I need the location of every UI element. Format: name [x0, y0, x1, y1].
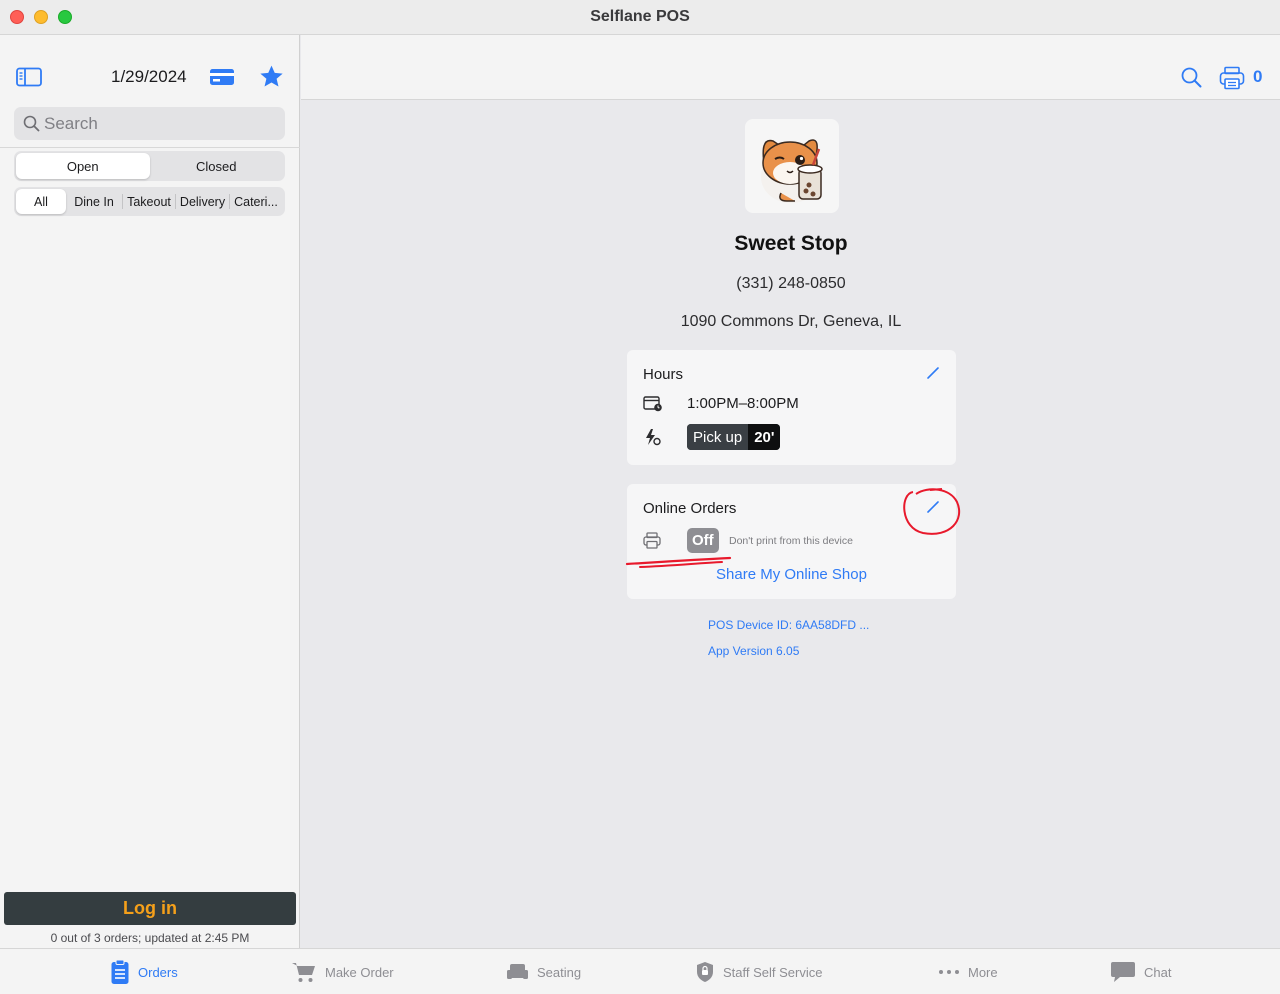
tab-chat[interactable]: Chat	[1110, 959, 1171, 985]
search-field[interactable]	[14, 107, 285, 140]
sidebar-divider	[0, 147, 300, 148]
login-button[interactable]: Log in	[4, 892, 296, 925]
tab-label: Staff Self Service	[723, 964, 823, 980]
search-icon	[23, 115, 40, 132]
chat-bubble-icon	[1111, 962, 1135, 982]
order-state-segmented-control: Open Closed	[14, 151, 285, 181]
store-phone: (331) 248-0850	[736, 275, 846, 292]
tab-label: Make Order	[325, 964, 394, 980]
orders-status-text: 0 out of 3 orders; updated at 2:45 PM	[50, 931, 250, 945]
hours-title: Hours	[643, 366, 684, 383]
ellipsis-icon	[939, 970, 959, 974]
hours-card: Hours 1:00PM–8:00PM Pick up 20'	[627, 350, 956, 465]
printer-icon	[643, 532, 661, 549]
tab-dine-in[interactable]: Dine In	[66, 189, 122, 214]
search-icon[interactable]	[1181, 67, 1202, 88]
tab-label: Chat	[1144, 964, 1172, 980]
window-title: Selflane POS	[590, 8, 690, 25]
sofa-icon	[507, 964, 528, 979]
store-logo	[745, 119, 839, 213]
sidebar: 1/29/2024 Open Closed All Dine In Takeou…	[0, 35, 300, 948]
shield-icon	[697, 962, 713, 982]
tab-label: More	[968, 964, 998, 980]
search-input[interactable]	[44, 107, 274, 140]
tab-label: Seating	[537, 964, 582, 980]
pickup-time-badge: Pick up 20'	[687, 424, 781, 450]
sidebar-toggle-icon[interactable]	[16, 67, 42, 87]
tab-catering[interactable]: Cateri...	[230, 189, 282, 214]
tab-make-order[interactable]: Make Order	[291, 959, 394, 985]
cart-icon	[292, 963, 315, 982]
order-type-segmented-control: All Dine In Takeout Delivery Cateri...	[14, 187, 285, 216]
printer-icon[interactable]	[1219, 66, 1245, 90]
title-bar: Selflane POS	[0, 0, 1280, 35]
tab-label: Orders	[138, 964, 178, 980]
date-label[interactable]: 1/29/2024	[111, 67, 187, 87]
tab-delivery[interactable]: Delivery	[176, 189, 229, 214]
printer-count: 0	[1253, 67, 1263, 86]
cat-mascot-icon	[761, 139, 823, 203]
edit-online-orders-icon[interactable]	[926, 500, 940, 514]
tab-staff-self-service[interactable]: Staff Self Service	[695, 959, 822, 985]
star-icon[interactable]	[259, 64, 284, 89]
tab-all[interactable]: All	[16, 189, 66, 214]
pickup-minutes: 20'	[748, 424, 781, 450]
app-version[interactable]: App Version 6.05	[708, 644, 799, 658]
pos-device-id[interactable]: POS Device ID: 6AA58DFD ...	[708, 618, 869, 632]
print-toggle[interactable]: Off	[687, 528, 719, 553]
bottom-tab-bar: Orders Make Order Seating Staff Self Ser…	[0, 948, 1280, 994]
tab-closed[interactable]: Closed	[150, 153, 284, 179]
tab-takeout[interactable]: Takeout	[123, 189, 175, 214]
edit-hours-icon[interactable]	[926, 366, 940, 380]
credit-card-icon[interactable]	[209, 67, 235, 87]
bolt-icon	[646, 429, 661, 446]
pickup-label: Pick up	[687, 424, 749, 450]
store-address: 1090 Commons Dr, Geneva, IL	[680, 313, 902, 330]
main-toolbar: 0	[301, 35, 1280, 100]
clipboard-icon	[111, 959, 129, 984]
print-note: Don't print from this device	[729, 535, 853, 547]
tab-seating[interactable]: Seating	[506, 959, 581, 985]
online-orders-title: Online Orders	[643, 500, 737, 517]
calendar-clock-icon	[643, 396, 662, 412]
hours-time: 1:00PM–8:00PM	[687, 395, 799, 412]
share-online-shop-link[interactable]: Share My Online Shop	[627, 566, 956, 583]
tab-more[interactable]: More	[938, 959, 998, 985]
store-name: Sweet Stop	[734, 232, 848, 255]
online-orders-card: Online Orders Off Don't print from this …	[627, 484, 956, 599]
tab-orders[interactable]: Orders	[110, 959, 178, 985]
tab-open[interactable]: Open	[16, 153, 150, 179]
